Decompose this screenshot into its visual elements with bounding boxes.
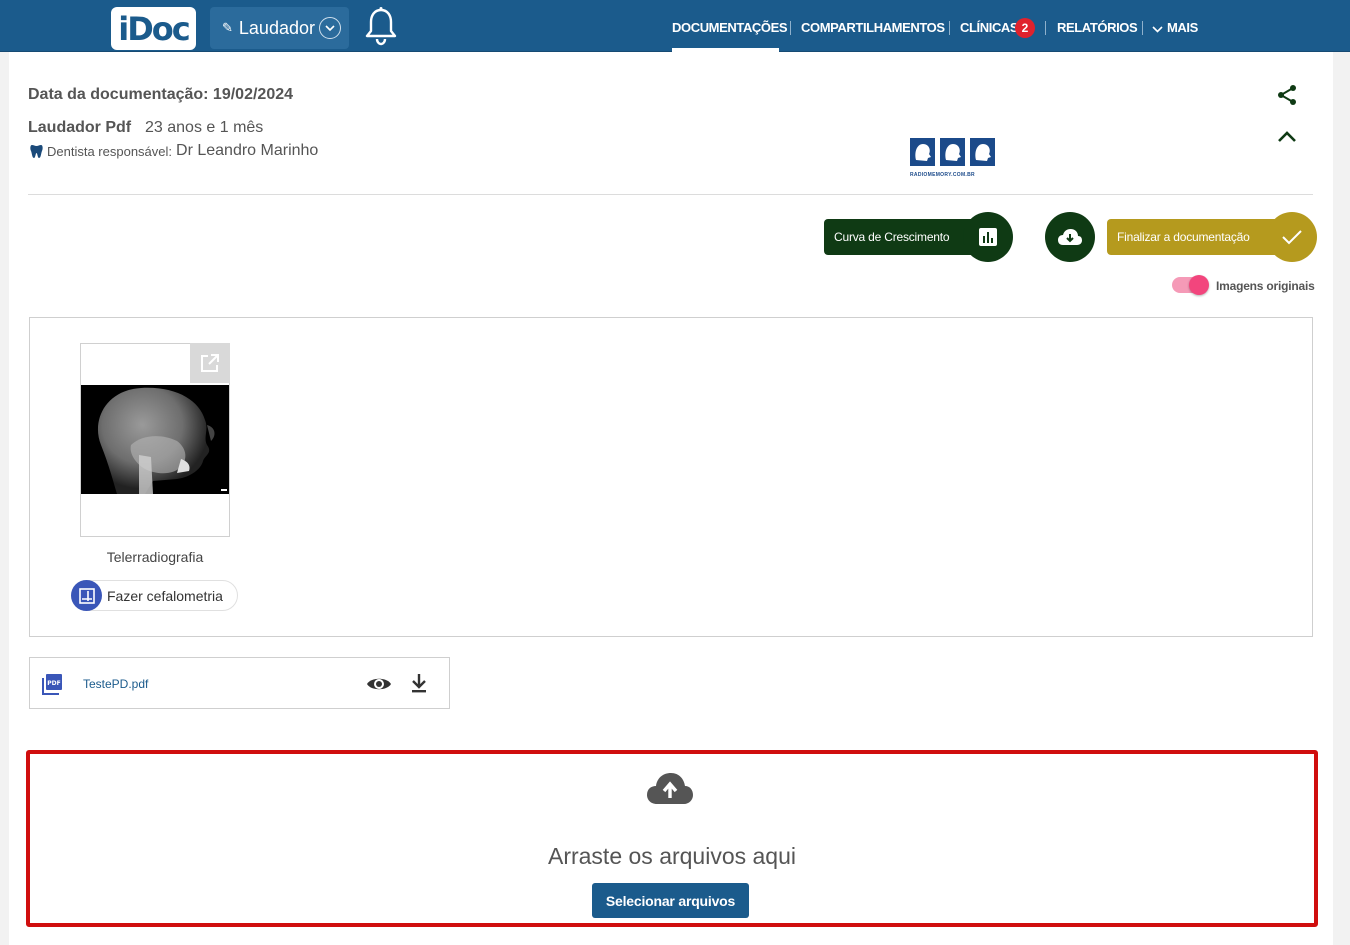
idoc-logo[interactable]: iDoc xyxy=(111,7,196,50)
nav-relatorios[interactable]: RELATÓRIOS xyxy=(1057,20,1138,35)
documentation-type: Laudador Pdf xyxy=(28,119,132,136)
cloud-upload-icon xyxy=(647,773,693,804)
eye-icon[interactable] xyxy=(366,675,392,693)
responsible-dentist: Dentista responsável: Dr Leandro Marinho xyxy=(30,142,318,160)
patient-age: 23 anos e 1 mês xyxy=(145,119,264,136)
original-images-label: Imagens originais xyxy=(1216,279,1315,293)
finalize-label: Finalizar a documentação xyxy=(1117,230,1250,244)
role-label: Laudador xyxy=(238,17,315,38)
clinic-logo-image xyxy=(910,138,995,166)
download-documentation-button[interactable] xyxy=(1045,212,1095,262)
header-divider xyxy=(28,194,1313,195)
nav-separator xyxy=(949,21,950,35)
cloud-download-icon xyxy=(1058,229,1082,245)
download-icon[interactable] xyxy=(410,673,428,693)
bell-icon[interactable] xyxy=(362,6,400,46)
growth-curve-label: Curva de Crescimento xyxy=(834,230,950,244)
cephalometry-label: Fazer cefalometria xyxy=(107,587,223,604)
top-navbar: iDoc ✎ Laudador DOCUMENTAÇÕES COMPARTILH… xyxy=(0,0,1350,52)
open-in-new-icon xyxy=(201,354,219,372)
file-name[interactable]: TestePD.pdf xyxy=(83,677,148,691)
chevron-down-icon xyxy=(1152,26,1163,33)
clinic-logo-text: RADIOMEMORY.COM.BR xyxy=(910,172,975,178)
dentist-name: Dr Leandro Marinho xyxy=(176,142,319,159)
cephalometry-button[interactable]: Fazer cefalometria xyxy=(71,580,238,611)
toggle-knob xyxy=(1189,275,1209,295)
open-image-button[interactable] xyxy=(190,343,230,383)
dentist-label: Dentista responsável: xyxy=(47,143,173,159)
cephalometry-icon xyxy=(71,580,102,611)
documentation-date: Data da documentação: 19/02/2024 xyxy=(28,86,294,103)
clinic-logo: RADIOMEMORY.COM.BR xyxy=(910,138,996,178)
growth-curve-button[interactable]: Curva de Crescimento xyxy=(824,219,984,255)
nav-separator xyxy=(790,21,791,35)
role-selector-button[interactable]: ✎ Laudador xyxy=(210,7,349,49)
original-images-toggle[interactable] xyxy=(1172,275,1209,295)
clinicas-badge: 2 xyxy=(1015,18,1035,38)
pdf-icon: PDF xyxy=(42,674,62,695)
svg-text:PDF: PDF xyxy=(47,680,60,687)
tooth-icon xyxy=(30,144,43,158)
nav-compartilhamentos[interactable]: COMPARTILHAMENTOS xyxy=(801,20,945,35)
chevron-down-icon xyxy=(319,17,341,39)
telerradiografia-image[interactable] xyxy=(81,385,229,494)
finalize-check-button[interactable] xyxy=(1267,212,1317,262)
image-label: Telerradiografia xyxy=(106,549,204,565)
share-icon[interactable] xyxy=(1276,84,1298,106)
nav-separator xyxy=(1142,21,1143,35)
finalize-documentation-button[interactable]: Finalizar a documentação xyxy=(1107,219,1287,255)
xray-image xyxy=(81,385,229,494)
nav-separator xyxy=(1045,21,1046,35)
pencil-icon: ✎ xyxy=(222,20,233,35)
nav-clinicas[interactable]: CLÍNICAS xyxy=(960,20,1019,35)
check-icon xyxy=(1282,230,1302,245)
logo-text: iDoc xyxy=(118,9,190,48)
chevron-up-icon[interactable] xyxy=(1276,128,1298,144)
nav-mais[interactable]: MAIS xyxy=(1167,20,1198,35)
bar-chart-icon xyxy=(979,228,997,246)
dropzone-text: Arraste os arquivos aqui xyxy=(547,843,796,869)
select-files-button[interactable]: Selecionar arquivos xyxy=(592,883,749,918)
growth-curve-icon-button[interactable] xyxy=(963,212,1013,262)
nav-documentacoes[interactable]: DOCUMENTAÇÕES xyxy=(672,20,788,35)
